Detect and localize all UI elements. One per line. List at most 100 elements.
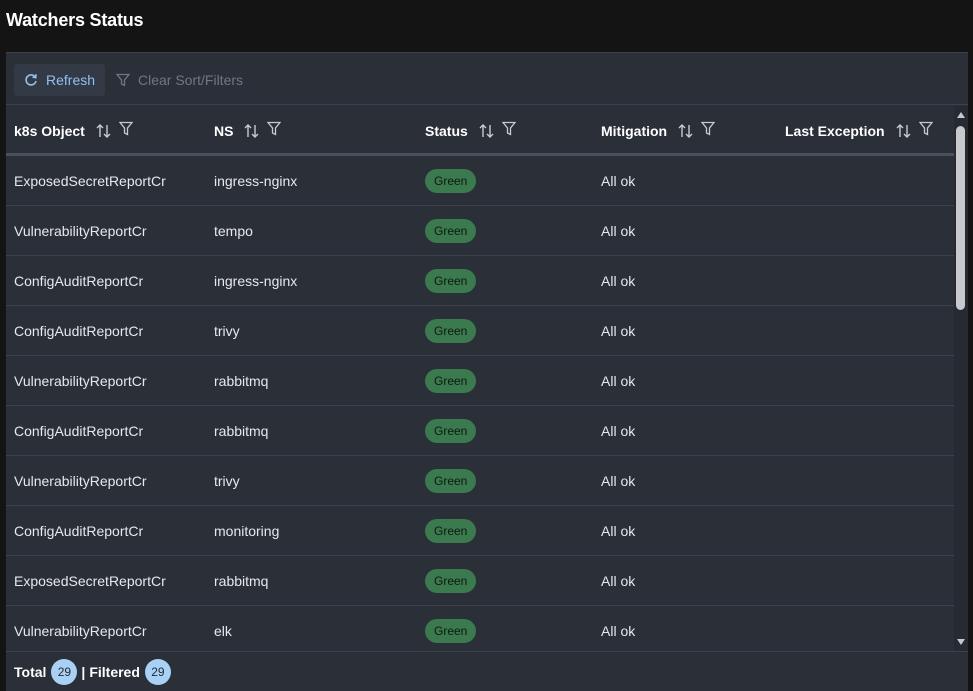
sort-icon[interactable]: [478, 122, 496, 140]
status-badge: Green: [425, 469, 477, 493]
status-badge: Green: [425, 269, 477, 293]
refresh-label: Refresh: [46, 72, 96, 88]
cell-k8s-object: ConfigAuditReportCr: [14, 423, 144, 439]
cell-mitigation: All ok: [601, 223, 636, 239]
status-badge: Green: [425, 619, 477, 643]
cell-status: Green: [425, 506, 477, 556]
footer-separator: |: [81, 664, 86, 680]
status-badge: Green: [425, 569, 477, 593]
table-row[interactable]: ExposedSecretReportCr rabbitmq Green All…: [6, 556, 954, 606]
table-row[interactable]: VulnerabilityReportCr tempo Green All ok: [6, 206, 954, 256]
cell-status: Green: [425, 556, 477, 606]
column-header-mitigation[interactable]: Mitigation: [601, 106, 716, 156]
column-label: Status: [425, 123, 468, 139]
cell-status: Green: [425, 306, 477, 356]
cell-k8s-object: VulnerabilityReportCr: [14, 223, 147, 239]
status-badge: Green: [425, 369, 477, 393]
cell-mitigation: All ok: [601, 473, 636, 489]
cell-ns: trivy: [214, 473, 240, 489]
sort-icon[interactable]: [895, 122, 913, 140]
cell-k8s-object: ExposedSecretReportCr: [14, 573, 166, 589]
cell-ns: ingress-nginx: [214, 173, 298, 189]
cell-ns: rabbitmq: [214, 423, 269, 439]
cell-mitigation: All ok: [601, 523, 636, 539]
watchers-grid: Refresh Clear Sort/Filters k8s Object NS: [6, 52, 968, 691]
cell-status: Green: [425, 406, 477, 456]
cell-ns: ingress-nginx: [214, 273, 298, 289]
cell-k8s-object: VulnerabilityReportCr: [14, 373, 147, 389]
table-row[interactable]: ConfigAuditReportCr ingress-nginx Green …: [6, 256, 954, 306]
total-label: Total: [14, 664, 47, 680]
filtered-count-badge: 29: [144, 659, 171, 685]
total-count-badge: 29: [51, 659, 78, 685]
cell-status: Green: [425, 606, 477, 651]
table-row[interactable]: ConfigAuditReportCr monitoring Green All…: [6, 506, 954, 556]
status-badge: Green: [425, 519, 477, 543]
sort-icon[interactable]: [677, 122, 695, 140]
column-label: NS: [214, 123, 234, 139]
filter-icon: [116, 73, 130, 87]
clear-sort-filters-label: Clear Sort/Filters: [138, 72, 244, 88]
cell-k8s-object: ConfigAuditReportCr: [14, 273, 144, 289]
column-header-last-exception[interactable]: Last Exception: [785, 106, 933, 156]
page-title: Watchers Status: [6, 10, 144, 30]
filter-icon[interactable]: [918, 121, 933, 137]
cell-ns: monitoring: [214, 523, 280, 539]
cell-status: Green: [425, 356, 477, 406]
cell-mitigation: All ok: [601, 573, 636, 589]
table-row[interactable]: VulnerabilityReportCr rabbitmq Green All…: [6, 356, 954, 406]
scrollbar-thumb[interactable]: [956, 126, 965, 310]
status-badge: Green: [425, 169, 477, 193]
table-row[interactable]: ExposedSecretReportCr ingress-nginx Gree…: [6, 156, 954, 206]
cell-ns: rabbitmq: [214, 573, 269, 589]
cell-ns: elk: [214, 623, 232, 639]
cell-ns: rabbitmq: [214, 373, 269, 389]
cell-status: Green: [425, 456, 477, 506]
table-row[interactable]: ConfigAuditReportCr trivy Green All ok: [6, 306, 954, 356]
grid-body: ExposedSecretReportCr ingress-nginx Gree…: [6, 156, 954, 651]
filter-icon[interactable]: [501, 121, 516, 137]
cell-status: Green: [425, 156, 477, 206]
cell-k8s-object: ExposedSecretReportCr: [14, 173, 166, 189]
column-header-status[interactable]: Status: [425, 106, 516, 156]
cell-mitigation: All ok: [601, 423, 636, 439]
cell-mitigation: All ok: [601, 173, 636, 189]
status-badge: Green: [425, 419, 477, 443]
cell-mitigation: All ok: [601, 623, 636, 639]
filter-icon[interactable]: [267, 121, 282, 137]
cell-mitigation: All ok: [601, 323, 636, 339]
table-row[interactable]: VulnerabilityReportCr elk Green All ok: [6, 606, 954, 651]
clear-sort-filters-button[interactable]: Clear Sort/Filters: [106, 64, 253, 96]
column-label: Mitigation: [601, 123, 668, 139]
grid-footer: Total 29 | Filtered 29: [6, 651, 968, 691]
table-row[interactable]: ConfigAuditReportCr rabbitmq Green All o…: [6, 406, 954, 456]
refresh-icon: [24, 73, 38, 87]
column-header-ns[interactable]: NS: [214, 106, 282, 156]
sort-icon[interactable]: [95, 122, 113, 140]
scroll-down-arrow-icon[interactable]: [957, 639, 965, 645]
cell-mitigation: All ok: [601, 373, 636, 389]
scroll-up-arrow-icon[interactable]: [957, 112, 965, 118]
cell-k8s-object: VulnerabilityReportCr: [14, 623, 147, 639]
cell-k8s-object: ConfigAuditReportCr: [14, 323, 144, 339]
filtered-label: Filtered: [89, 664, 140, 680]
cell-k8s-object: ConfigAuditReportCr: [14, 523, 144, 539]
column-label: k8s Object: [14, 123, 85, 139]
status-badge: Green: [425, 319, 477, 343]
cell-status: Green: [425, 206, 477, 256]
refresh-button[interactable]: Refresh: [14, 64, 106, 96]
grid-toolbar: Refresh Clear Sort/Filters: [6, 53, 968, 105]
table-row[interactable]: VulnerabilityReportCr trivy Green All ok: [6, 456, 954, 506]
vertical-scrollbar[interactable]: [954, 106, 968, 651]
column-header-k8s-object[interactable]: k8s Object: [14, 106, 133, 156]
filter-icon[interactable]: [701, 121, 716, 137]
grid-header: k8s Object NS Status Mitigation Last Exc…: [6, 106, 954, 156]
filter-icon[interactable]: [118, 121, 133, 137]
cell-k8s-object: VulnerabilityReportCr: [14, 473, 147, 489]
sort-icon[interactable]: [243, 122, 261, 140]
cell-mitigation: All ok: [601, 273, 636, 289]
cell-ns: tempo: [214, 223, 253, 239]
cell-status: Green: [425, 256, 477, 306]
column-label: Last Exception: [785, 123, 885, 139]
cell-ns: trivy: [214, 323, 240, 339]
